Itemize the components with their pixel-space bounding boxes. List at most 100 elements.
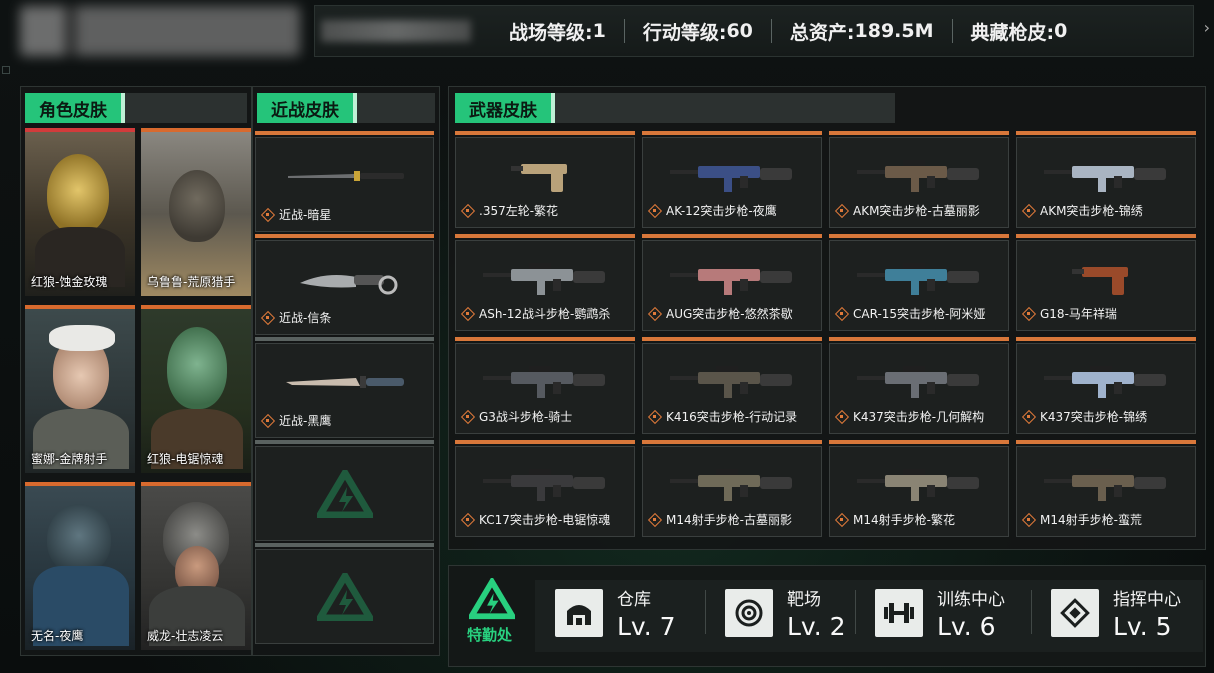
weapon-image	[483, 366, 605, 398]
empty-melee-slot[interactable]	[255, 440, 434, 541]
player-id-blurred	[321, 20, 471, 42]
rarity-bar	[1016, 440, 1196, 444]
rarity-icon	[836, 411, 847, 422]
weapon-skin-card[interactable]: CAR-15突击步枪-阿米娅	[829, 234, 1009, 331]
weapon-image	[670, 366, 792, 398]
weapon-image	[483, 469, 605, 501]
weapon-image	[857, 366, 979, 398]
knife-image	[300, 275, 398, 295]
rarity-icon	[649, 514, 660, 525]
rarity-bar	[255, 234, 434, 238]
character-skin-name: 威龙-壮志凌云	[147, 629, 224, 643]
weapon-skin-label: ASh-12战斗步枪-鹦鹉杀	[479, 307, 611, 321]
facility-level: Lv. 2	[787, 612, 846, 641]
weapon-skin-label: KC17突击步枪-电锯惊魂	[479, 513, 611, 527]
weapon-skin-card[interactable]: AK-12突击步枪-夜鹰	[642, 131, 822, 228]
stat-label: 总资产:	[789, 21, 855, 44]
player-name-blurred	[20, 6, 300, 56]
delta-logo-icon	[316, 572, 373, 621]
special-ops-label: 特勤处	[467, 626, 513, 644]
weapon-image	[511, 164, 567, 192]
weapon-skin-label: K437突击步枪-几何解构	[853, 410, 985, 424]
character-skin-card[interactable]: 红狼-电锯惊魂	[141, 305, 251, 473]
weapon-image	[670, 160, 792, 192]
facility-warehouse[interactable]: 仓库 Lv. 7	[555, 580, 676, 646]
weapon-skin-label: CAR-15突击步枪-阿米娅	[853, 307, 986, 321]
weapon-image	[483, 263, 605, 295]
weapon-image	[1044, 469, 1166, 501]
weapon-image	[857, 263, 979, 295]
weapon-skin-card[interactable]: AKM突击步枪-古墓丽影	[829, 131, 1009, 228]
rarity-icon	[1023, 411, 1034, 422]
weapon-skin-card[interactable]: K437突击步枪-几何解构	[829, 337, 1009, 434]
rarity-icon	[836, 205, 847, 216]
weapon-skins-tab[interactable]: 武器皮肤	[455, 93, 895, 123]
weapon-skin-label: AKM突击步枪-古墓丽影	[853, 204, 980, 218]
rarity-bar	[642, 234, 822, 238]
weapon-skin-card[interactable]: K437突击步枪-锦绣	[1016, 337, 1196, 434]
rarity-icon	[262, 415, 273, 426]
knife-image	[288, 171, 404, 181]
weapon-skin-name: K437突击步枪-几何解构	[836, 408, 984, 425]
rarity-bar	[642, 440, 822, 444]
character-skin-name: 无名-夜鹰	[31, 629, 84, 643]
weapon-skin-card[interactable]: KC17突击步枪-电锯惊魂	[455, 440, 635, 537]
special-ops-button[interactable]: 特勤处	[449, 566, 531, 666]
character-skin-card[interactable]: 蜜娜-金牌射手	[25, 305, 135, 473]
character-skins-tab[interactable]: 角色皮肤	[25, 93, 247, 123]
rarity-bar	[829, 131, 1009, 135]
weapon-skin-card[interactable]: M14射手步枪-古墓丽影	[642, 440, 822, 537]
weapon-skin-card[interactable]: G18-马年祥瑞	[1016, 234, 1196, 331]
weapon-skin-name: M14射手步枪-繁花	[836, 511, 955, 528]
character-skin-name: 蜜娜-金牌射手	[31, 452, 108, 466]
weapon-image	[1044, 366, 1166, 398]
character-portrait	[141, 309, 251, 473]
weapon-skin-name: AK-12突击步枪-夜鹰	[649, 202, 777, 219]
weapon-skin-card[interactable]: .357左轮-繁花	[455, 131, 635, 228]
character-skin-card[interactable]: 威龙-壮志凌云	[141, 482, 251, 650]
special-ops-icon	[469, 578, 515, 620]
melee-skin-card[interactable]: 近战-暗星	[255, 131, 434, 232]
facility-name: 仓库	[617, 590, 651, 610]
melee-skin-card[interactable]: 近战-黑鹰	[255, 337, 434, 438]
weapon-skin-label: K437突击步枪-锦绣	[1040, 410, 1148, 424]
facility-training-center[interactable]: 训练中心 Lv. 6	[875, 580, 1005, 646]
rarity-bar	[455, 337, 635, 341]
weapon-skin-label: M14射手步枪-古墓丽影	[666, 513, 792, 527]
character-skin-card[interactable]: 无名-夜鹰	[25, 482, 135, 650]
weapon-skin-card[interactable]: AUG突击步枪-悠然茶歇	[642, 234, 822, 331]
facility-name: 靶场	[787, 590, 821, 610]
weapon-skin-card[interactable]: K416突击步枪-行动记录	[642, 337, 822, 434]
weapon-skin-name: .357左轮-繁花	[462, 202, 558, 219]
melee-skins-tab[interactable]: 近战皮肤	[257, 93, 435, 123]
facility-name: 训练中心	[937, 590, 1005, 610]
character-skin-card[interactable]: 红狼-蚀金玫瑰	[25, 128, 135, 296]
facility-command-center[interactable]: 指挥中心 Lv. 5	[1051, 580, 1181, 646]
empty-melee-slot[interactable]	[255, 543, 434, 644]
weapon-skin-card[interactable]: M14射手步枪-蛮荒	[1016, 440, 1196, 537]
divider	[855, 590, 856, 634]
weapon-skin-card[interactable]: M14射手步枪-繁花	[829, 440, 1009, 537]
divider	[705, 590, 706, 634]
character-skin-card[interactable]: 乌鲁鲁-荒原猎手	[141, 128, 251, 296]
rarity-bar	[455, 440, 635, 444]
tab-fill	[555, 93, 895, 123]
rarity-icon	[836, 308, 847, 319]
facility-range[interactable]: 靶场 Lv. 2	[725, 580, 846, 646]
melee-skin-card[interactable]: 近战-信条	[255, 234, 434, 335]
weapon-skin-card[interactable]: G3战斗步枪-骑士	[455, 337, 635, 434]
knife-image	[286, 376, 404, 388]
delta-logo-icon	[316, 469, 373, 518]
rarity-bar	[1016, 234, 1196, 238]
rarity-icon	[649, 308, 660, 319]
weapon-skin-card[interactable]: AKM突击步枪-锦绣	[1016, 131, 1196, 228]
tab-fill	[125, 93, 247, 123]
stats-bar: 战场等级: 1 行动等级: 60 总资产: 189.5M 典藏枪皮: 0	[314, 5, 1194, 57]
weapon-skin-name: M14射手步枪-蛮荒	[1023, 511, 1142, 528]
weapon-skin-name: K416突击步枪-行动记录	[649, 408, 797, 425]
chevron-right-icon[interactable]: ›	[1204, 18, 1210, 37]
weapon-skin-card[interactable]: ASh-12战斗步枪-鹦鹉杀	[455, 234, 635, 331]
character-skin-name: 乌鲁鲁-荒原猎手	[147, 275, 236, 289]
rarity-icon	[462, 205, 473, 216]
melee-skin-name: 近战-暗星	[262, 206, 331, 223]
